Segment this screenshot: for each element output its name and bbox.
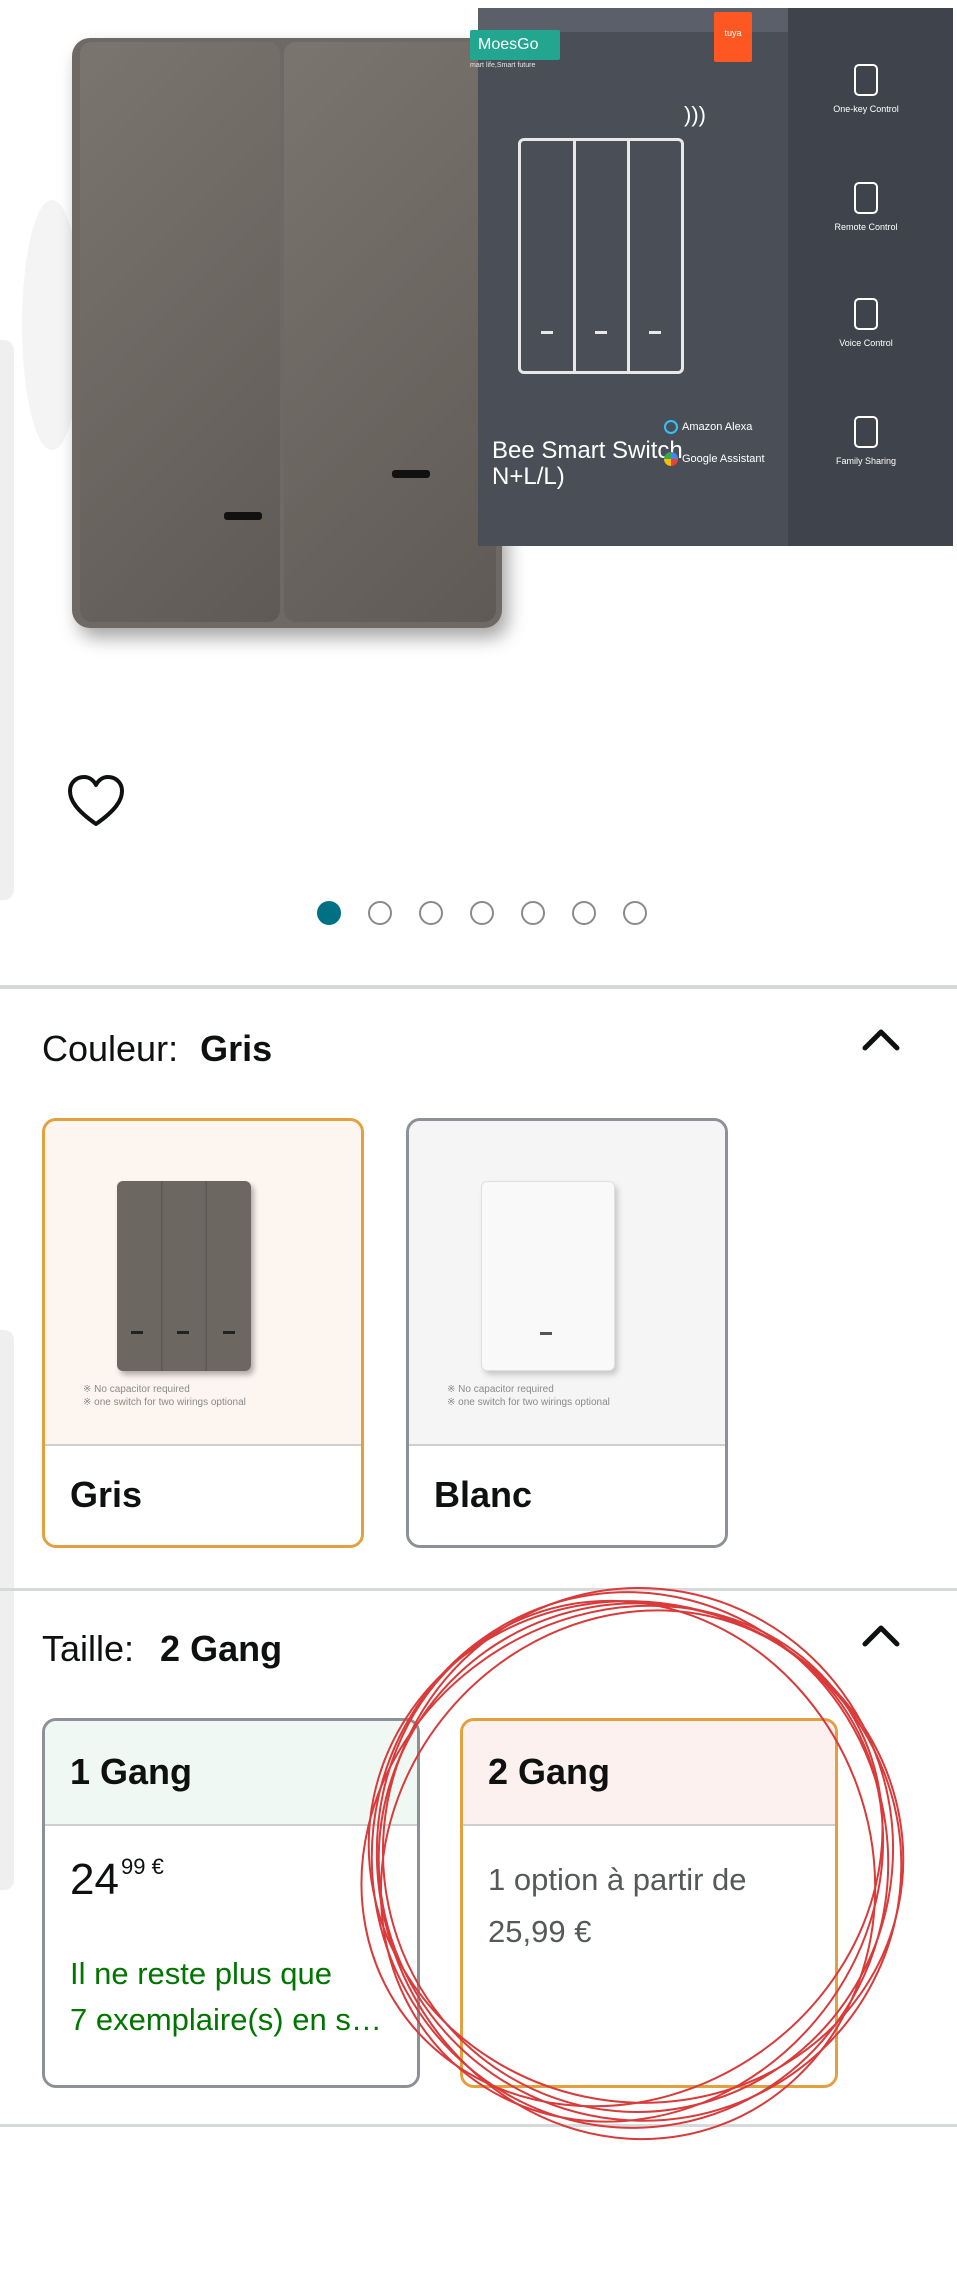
color-option-label: Gris: [45, 1444, 361, 1545]
remote-icon: [854, 182, 878, 214]
carousel-dot[interactable]: [623, 901, 647, 925]
section-divider: [0, 1588, 957, 1591]
box-switch-drawing: [518, 138, 684, 374]
carousel-dot[interactable]: [317, 901, 341, 925]
stock-status-line2: 7 exemplaire(s) en stock: [70, 2002, 390, 2037]
size-option-label: 1 Gang: [45, 1721, 417, 1826]
feature-voice: Voice Control: [820, 298, 912, 348]
color-option-gris[interactable]: ※ No capacitor required ※ one switch for …: [42, 1118, 364, 1548]
carousel-dot[interactable]: [470, 901, 494, 925]
color-option-thumbnail: ※ No capacitor required ※ one switch for …: [45, 1121, 361, 1444]
product-switch-image: [72, 38, 502, 628]
tuya-badge: tuya: [714, 12, 752, 62]
color-option-label: Blanc: [409, 1444, 725, 1545]
offer-price-text: 25,99 €: [488, 1914, 592, 1949]
left-edge-panel: [0, 340, 14, 900]
size-selected-value: 2 Gang: [160, 1628, 283, 1669]
chevron-up-icon[interactable]: [861, 1620, 901, 1650]
microphone-icon: [854, 298, 878, 330]
section-divider: [0, 985, 957, 989]
google-assistant-icon: [664, 452, 678, 467]
size-option-price: 2499 €: [70, 1854, 164, 1904]
color-option-blanc[interactable]: ※ No capacitor required ※ one switch for …: [406, 1118, 728, 1548]
offer-count-text: 1 option à partir de: [488, 1862, 747, 1897]
box-title: Bee Smart Switch N+L/L): [492, 437, 683, 490]
carousel-dot[interactable]: [368, 901, 392, 925]
box-brand-label: MoesGo: [470, 30, 560, 60]
heart-icon[interactable]: [66, 772, 126, 832]
feature-one-key: One-key Control: [820, 64, 912, 114]
home-icon: [854, 416, 878, 448]
carousel-dot[interactable]: [572, 901, 596, 925]
left-edge-panel: [0, 1330, 14, 1890]
color-selected-value: Gris: [200, 1028, 273, 1069]
product-image-carousel[interactable]: MoesGo mart life,Smart future tuya ))) B…: [0, 0, 957, 985]
size-option-1-gang[interactable]: 1 Gang 2499 € Il ne reste plus que 7 exe…: [42, 1718, 420, 2088]
size-option-label: 2 Gang: [463, 1721, 835, 1826]
color-variation-label: Couleur: Gris: [42, 1028, 273, 1069]
color-option-thumbnail: ※ No capacitor required ※ one switch for …: [409, 1121, 725, 1444]
section-divider: [0, 2124, 957, 2127]
size-option-2-gang[interactable]: 2 Gang 1 option à partir de 25,99 €: [460, 1718, 838, 2088]
feature-family: Family Sharing: [820, 416, 912, 466]
stock-status: Il ne reste plus que: [70, 1956, 332, 1991]
wifi-icon: ))): [684, 102, 706, 127]
chevron-up-icon[interactable]: [861, 1024, 901, 1054]
feature-remote: Remote Control: [820, 182, 912, 232]
alexa-icon: [664, 420, 678, 435]
box-tagline: mart life,Smart future: [470, 62, 536, 69]
hand-tap-icon: [854, 64, 878, 96]
carousel-dot[interactable]: [521, 901, 545, 925]
size-variation-label: Taille: 2 Gang: [42, 1628, 283, 1669]
carousel-dots[interactable]: [317, 901, 647, 925]
carousel-dot[interactable]: [419, 901, 443, 925]
works-with-badges: Amazon Alexa Google Assistant: [664, 420, 765, 467]
